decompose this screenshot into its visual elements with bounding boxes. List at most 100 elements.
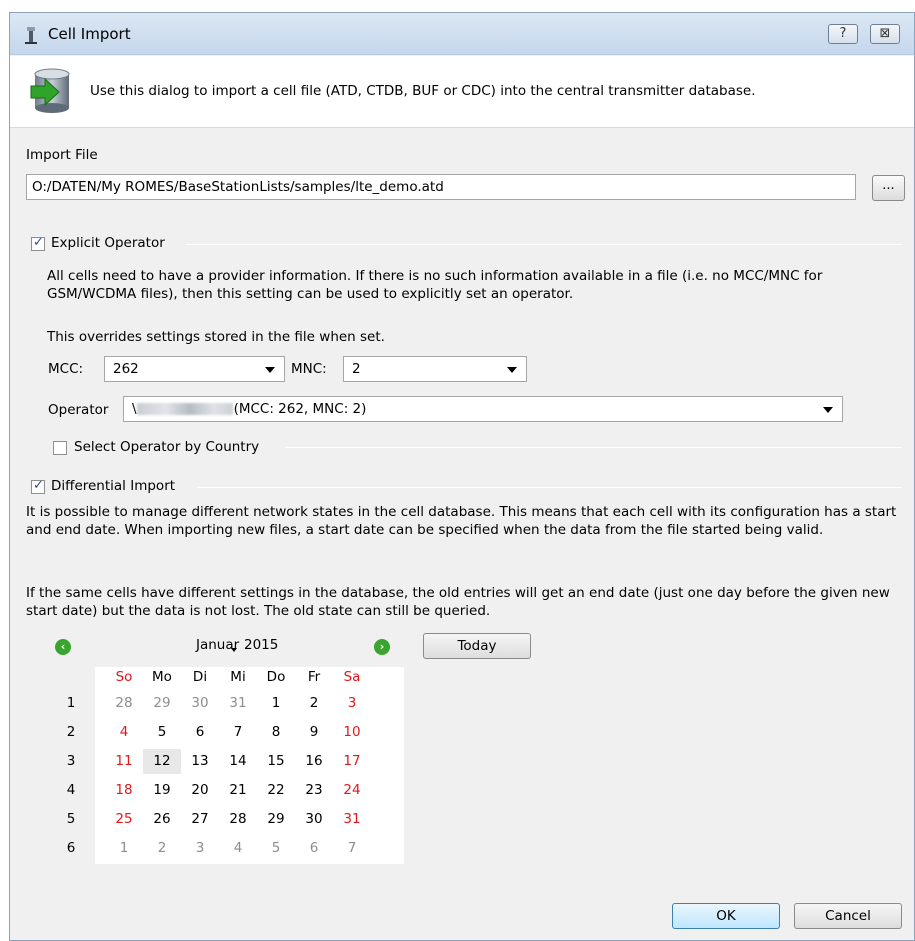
explicit-operator-description: All cells need to have a provider inform… [47,268,823,302]
week-number: 4 [66,782,76,798]
calendar-day[interactable]: 18 [105,778,143,803]
operator-select[interactable]: \ (MCC: 262, MNC: 2) [123,396,843,422]
calendar-day[interactable]: 28 [105,691,143,716]
calendar-day[interactable]: 29 [257,807,295,832]
calendar-day[interactable]: 23 [295,778,333,803]
operator-value: (MCC: 262, MNC: 2) [233,401,367,417]
calendar-day[interactable]: 25 [105,807,143,832]
calendar-day[interactable]: 6 [295,836,333,861]
calendar-day[interactable]: 12 [143,749,181,774]
week-number: 5 [66,811,76,827]
calendar-day[interactable]: 20 [181,778,219,803]
database-import-icon [30,68,70,113]
calendar-day[interactable]: 7 [219,720,257,745]
cell-tower-icon [25,27,37,44]
week-number: 6 [66,840,76,856]
calendar-day[interactable]: 2 [295,691,333,716]
calendar-day[interactable]: 16 [295,749,333,774]
mnc-label: MNC: [291,361,327,377]
calendar-day[interactable]: 5 [257,836,295,861]
calendar-day[interactable]: 31 [333,807,371,832]
import-file-path-field[interactable]: O:/DATEN/My ROMES/BaseStationLists/sampl… [26,174,856,200]
calendar-day[interactable]: 10 [333,720,371,745]
group-divider [285,447,902,448]
calendar-day[interactable]: 4 [105,720,143,745]
import-file-label: Import File [26,147,98,163]
mnc-value: 2 [352,361,361,377]
explicit-operator-checkbox[interactable] [31,235,45,251]
select-by-country-checkbox[interactable] [53,441,67,455]
calendar-day[interactable]: 11 [105,749,143,774]
week-number: 2 [66,724,76,740]
weekday-header: Do [266,669,286,685]
today-button[interactable]: Today [423,633,531,659]
calendar-day[interactable]: 30 [181,691,219,716]
calendar-day[interactable]: 4 [219,836,257,861]
weekday-header: So [115,669,133,685]
calendar-day[interactable]: 30 [295,807,333,832]
calendar-day[interactable]: 17 [333,749,371,774]
calendar-day[interactable]: 1 [105,836,143,861]
info-banner: Use this dialog to import a cell file (A… [10,56,914,128]
override-note: This overrides settings stored in the fi… [47,329,385,345]
calendar-day[interactable]: 27 [181,807,219,832]
next-month-button[interactable]: › [374,639,390,655]
differential-import-label: Differential Import [51,478,176,494]
browse-button[interactable]: ... [872,175,905,201]
calendar-day[interactable]: 1 [257,691,295,716]
calendar-day[interactable]: 26 [143,807,181,832]
calendar-day[interactable]: 21 [219,778,257,803]
prev-month-button[interactable]: ‹ [55,639,71,655]
calendar-day[interactable]: 7 [333,836,371,861]
mcc-value: 262 [113,361,139,377]
calendar-day[interactable]: 14 [219,749,257,774]
cell-import-dialog: Cell Import ? ⊠ Use this dialog to impor… [9,12,915,941]
ok-button[interactable]: OK [672,903,780,929]
calendar-day[interactable]: 3 [333,691,371,716]
weekday-header: Di [192,669,208,685]
operator-label: Operator [48,402,109,418]
weekday-header: Mi [230,669,246,685]
calendar-day[interactable]: 28 [219,807,257,832]
group-divider [197,487,902,488]
differential-import-paragraph-2: If the same cells have different setting… [26,585,890,619]
mcc-select[interactable]: 262 [104,356,285,382]
redacted-operator-name [136,403,233,415]
banner-text: Use this dialog to import a cell file (A… [90,83,756,99]
calendar-day[interactable]: 19 [143,778,181,803]
week-number: 3 [66,753,76,769]
title-bar: Cell Import ? ⊠ [10,13,914,55]
chevron-down-icon [823,407,833,413]
differential-import-paragraph-1: It is possible to manage different netwo… [26,504,897,538]
calendar-day[interactable]: 5 [143,720,181,745]
weekday-header: Sa [343,669,361,685]
window-title: Cell Import [48,25,131,43]
chevron-down-icon [507,367,517,373]
cancel-button[interactable]: Cancel [794,903,902,929]
calendar-day[interactable]: 29 [143,691,181,716]
select-by-country-label: Select Operator by Country [74,439,260,455]
calendar-day[interactable]: 2 [143,836,181,861]
start-date-calendar: ‹ Januar 2015 › So Mo Di Mi Do Fr Sa 1 28 29 30 31 1… [48,633,408,865]
calendar-day[interactable]: 22 [257,778,295,803]
calendar-day[interactable]: 15 [257,749,295,774]
chevron-down-icon [265,367,275,373]
calendar-day[interactable]: 6 [181,720,219,745]
calendar-day[interactable]: 3 [181,836,219,861]
year-selector[interactable]: 2015 [244,637,278,653]
calendar-day[interactable]: 13 [181,749,219,774]
mnc-select[interactable]: 2 [343,356,527,382]
calendar-day[interactable]: 8 [257,720,295,745]
weekday-header: Mo [152,669,172,685]
calendar-day[interactable]: 9 [295,720,333,745]
close-button[interactable]: ⊠ [870,24,900,44]
calendar-day[interactable]: 24 [333,778,371,803]
calendar-day[interactable]: 31 [219,691,257,716]
help-button[interactable]: ? [828,24,858,44]
weekday-header: Fr [307,669,321,685]
explicit-operator-label: Explicit Operator [51,235,165,251]
mcc-label: MCC: [48,361,84,377]
week-number: 1 [66,695,76,711]
differential-import-checkbox[interactable] [31,478,45,494]
group-divider [186,244,902,245]
